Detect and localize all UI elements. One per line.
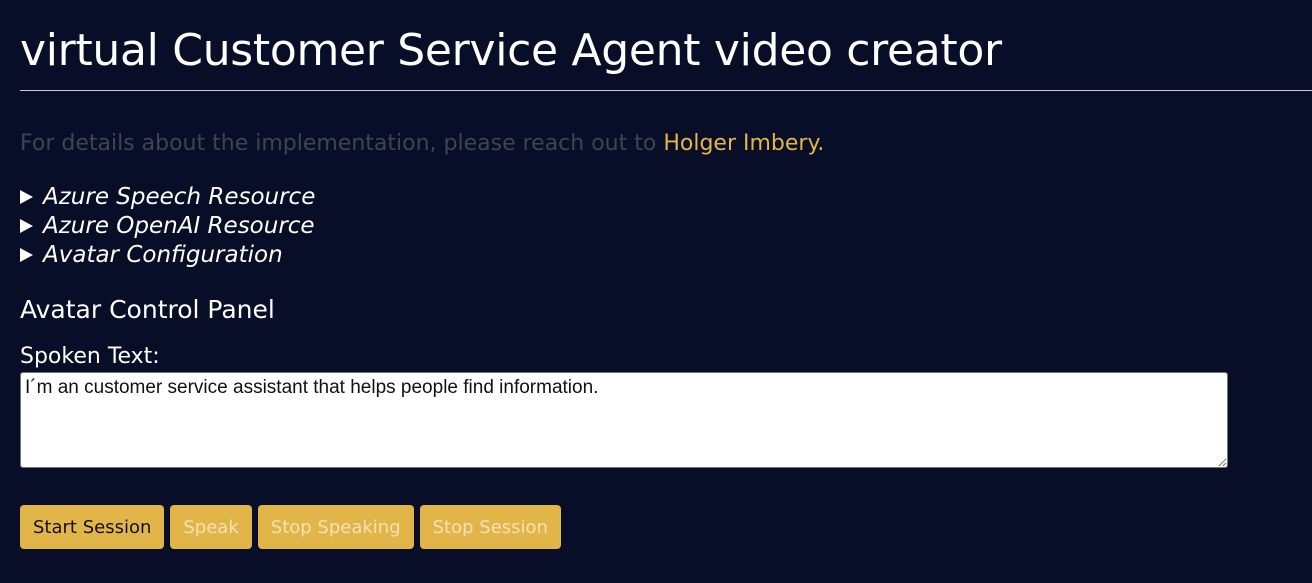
- stop-session-button[interactable]: Stop Session: [419, 505, 561, 549]
- spoken-text-input[interactable]: I´m an customer service assistant that h…: [20, 372, 1228, 468]
- contact-link[interactable]: Holger Imbery.: [663, 131, 824, 156]
- section-label: Avatar Configuration: [43, 241, 283, 268]
- section-label: Azure Speech Resource: [43, 183, 316, 210]
- section-label: Azure OpenAI Resource: [43, 212, 315, 239]
- section-avatar-configuration[interactable]: Avatar Configuration: [20, 240, 315, 269]
- section-azure-speech-resource[interactable]: Azure Speech Resource: [20, 182, 315, 211]
- section-azure-openai-resource[interactable]: Azure OpenAI Resource: [20, 211, 315, 240]
- control-panel-title: Avatar Control Panel: [20, 295, 275, 324]
- expand-triangle-icon: [20, 189, 33, 204]
- implementation-info: For details about the implementation, pl…: [20, 130, 824, 158]
- title-divider: [20, 90, 1312, 91]
- expand-triangle-icon: [20, 247, 33, 262]
- page-title: virtual Customer Service Agent video cre…: [20, 25, 1002, 76]
- stop-speaking-button[interactable]: Stop Speaking: [257, 505, 414, 549]
- expand-triangle-icon: [20, 218, 33, 233]
- spoken-text-label: Spoken Text:: [20, 344, 160, 369]
- config-sections: Azure Speech Resource Azure OpenAI Resou…: [20, 182, 315, 269]
- page: virtual Customer Service Agent video cre…: [0, 0, 1312, 583]
- start-session-button[interactable]: Start Session: [20, 505, 165, 549]
- info-text: For details about the implementation, pl…: [20, 131, 664, 156]
- action-buttons: Start Session Speak Stop Speaking Stop S…: [20, 505, 561, 549]
- speak-button[interactable]: Speak: [170, 505, 252, 549]
